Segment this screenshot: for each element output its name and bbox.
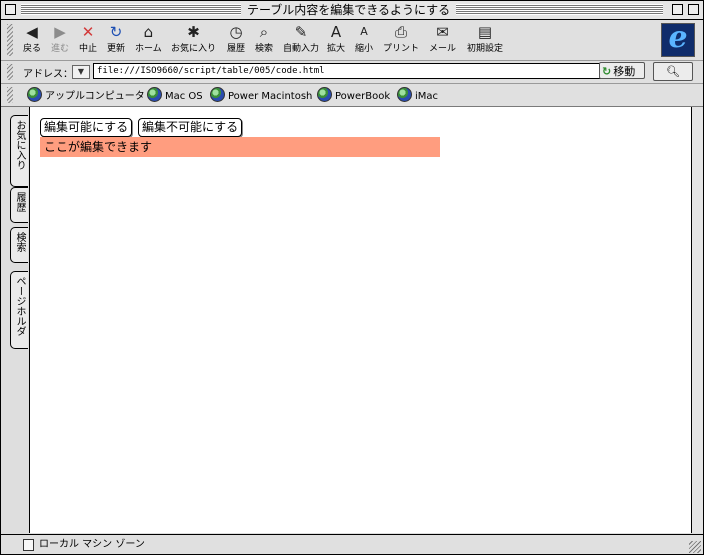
globe-icon xyxy=(397,87,412,102)
make-editable-button[interactable]: 編集可能にする xyxy=(40,118,133,137)
history-icon: ◷ xyxy=(229,23,243,41)
toolbar-button-search[interactable]: ⌕ 検索 xyxy=(255,23,273,59)
toolbar-button-history[interactable]: ◷ 履歴 xyxy=(227,23,245,59)
search-icon: ⌕ xyxy=(259,23,269,41)
refresh-icon: ↻ xyxy=(109,23,123,41)
toolbar-grip[interactable] xyxy=(7,24,13,56)
favorites-bar-grip[interactable] xyxy=(7,87,13,103)
toolbar-button-label: 戻る xyxy=(23,44,42,54)
toolbar-button-label: プリント xyxy=(383,44,420,54)
favorite-link-power-macintosh[interactable]: Power Macintosh xyxy=(210,87,312,103)
toolbar-button-label: 縮小 xyxy=(355,44,374,54)
address-dropdown-icon[interactable]: ▼ xyxy=(72,65,90,79)
toolbar-button-label: 検索 xyxy=(255,44,274,54)
globe-icon xyxy=(147,87,162,102)
collapse-box[interactable] xyxy=(688,4,699,15)
globe-icon xyxy=(210,87,225,102)
toolbar-button-label: お気に入り xyxy=(171,44,217,54)
search-magnifier-button[interactable]: 🔍︎ xyxy=(653,62,693,81)
ie-logo-icon[interactable]: e xyxy=(661,20,695,57)
security-zone-label: ローカル マシン ゾーン xyxy=(39,539,145,550)
status-bar: ローカル マシン ゾーン xyxy=(1,534,703,554)
stop-icon: ✕ xyxy=(81,23,95,41)
window-title: テーブル内容を編集できるようにする xyxy=(241,2,457,18)
toolbar-button-forward-arrow: ▶ 進む xyxy=(51,23,69,59)
address-input[interactable] xyxy=(93,63,603,79)
tab-page-holder[interactable]: ページホルダ xyxy=(10,271,28,349)
toolbar-button-label: 拡大 xyxy=(327,44,346,54)
page-content: 編集可能にする 編集不可能にする ここが編集できます xyxy=(30,107,691,533)
forward-arrow-icon: ▶ xyxy=(54,23,66,41)
globe-icon xyxy=(317,87,332,102)
toolbar-button-refresh[interactable]: ↻ 更新 xyxy=(107,23,125,59)
go-arrow-icon: ↻ xyxy=(602,65,612,78)
toolbar-button-label: 履歴 xyxy=(227,44,246,54)
make-non-editable-button[interactable]: 編集不可能にする xyxy=(138,118,243,137)
toolbar-button-stop[interactable]: ✕ 中止 xyxy=(79,23,97,59)
print-icon: ⎙ xyxy=(394,23,407,41)
toolbar-button-label: メール xyxy=(429,44,457,54)
toolbar-button-home[interactable]: ⌂ ホーム xyxy=(135,23,162,59)
toolbar-button-autofill[interactable]: ✎ 自動入力 xyxy=(283,23,319,59)
tab-search[interactable]: 検索 xyxy=(10,227,28,263)
toolbar-button-smaller-text[interactable]: A 縮小 xyxy=(355,23,373,59)
browser-window: テーブル内容を編集できるようにする ◀ 戻る ▶ 進む ✕ 中止 ↻ 更新 ⌂ ホーム ✱ お気に入り… xyxy=(0,0,704,555)
vertical-scrollbar[interactable] xyxy=(691,107,703,533)
toolbar-button-print[interactable]: ⎙ プリント xyxy=(383,23,419,59)
toolbar-button-favorites[interactable]: ✱ お気に入り xyxy=(171,23,216,59)
favorites-bar: アップルコンピュータ Mac OS Power Macintosh PowerB… xyxy=(1,84,703,107)
address-bar-grip[interactable] xyxy=(7,64,13,80)
favorite-link-macos[interactable]: Mac OS xyxy=(147,87,203,103)
explorer-side-tabs: お気に入り 履歴 検索 ページホルダ xyxy=(1,107,30,533)
zoom-box[interactable] xyxy=(672,4,683,15)
preferences-icon: ▤ xyxy=(477,23,493,41)
mail-icon: ✉ xyxy=(436,23,449,41)
toolbar-button-label: 自動入力 xyxy=(283,44,320,54)
local-zone-icon xyxy=(23,539,34,551)
editable-cell[interactable]: ここが編集できます xyxy=(40,137,440,157)
toolbar-button-preferences[interactable]: ▤ 初期設定 xyxy=(467,23,503,59)
toolbar-button-back-arrow[interactable]: ◀ 戻る xyxy=(23,23,41,59)
favorite-link-powerbook[interactable]: PowerBook xyxy=(317,87,390,103)
go-button[interactable]: ↻ 移動 xyxy=(599,62,645,79)
address-label: アドレス： xyxy=(23,69,73,80)
toolbar-button-label: 初期設定 xyxy=(467,44,504,54)
toolbar-button-mail[interactable]: ✉ メール xyxy=(429,23,456,59)
globe-icon xyxy=(27,87,42,102)
tab-favorites[interactable]: お気に入り xyxy=(10,115,28,187)
larger-text-icon: A xyxy=(330,23,342,41)
resize-grip-icon[interactable] xyxy=(689,541,701,553)
tab-history[interactable]: 履歴 xyxy=(10,187,28,223)
home-icon: ⌂ xyxy=(143,23,154,41)
go-label: 移動 xyxy=(613,65,636,78)
autofill-icon: ✎ xyxy=(294,23,308,41)
toolbar-button-label: ホーム xyxy=(135,44,162,54)
favorites-icon: ✱ xyxy=(187,23,200,41)
toolbar-button-label: 進む xyxy=(51,44,70,54)
favorite-link-apple[interactable]: アップルコンピュータ xyxy=(27,87,145,103)
back-arrow-icon: ◀ xyxy=(26,23,38,41)
address-bar: アドレス： ▼ ↻移動 🔍︎ xyxy=(1,61,703,84)
favorite-link-imac[interactable]: iMac xyxy=(397,87,438,103)
toolbar-button-label: 中止 xyxy=(79,44,98,54)
smaller-text-icon: A xyxy=(360,25,368,38)
button-bar: ◀ 戻る ▶ 進む ✕ 中止 ↻ 更新 ⌂ ホーム ✱ お気に入り ◷ 履歴 ⌕ 検索 ✎ 自動入力 A 拡大 A 縮小 ⎙… xyxy=(1,20,703,61)
toolbar-button-label: 更新 xyxy=(107,44,126,54)
toolbar-button-larger-text[interactable]: A 拡大 xyxy=(327,23,345,59)
title-bar[interactable]: テーブル内容を編集できるようにする xyxy=(1,1,703,20)
close-box[interactable] xyxy=(5,4,16,15)
